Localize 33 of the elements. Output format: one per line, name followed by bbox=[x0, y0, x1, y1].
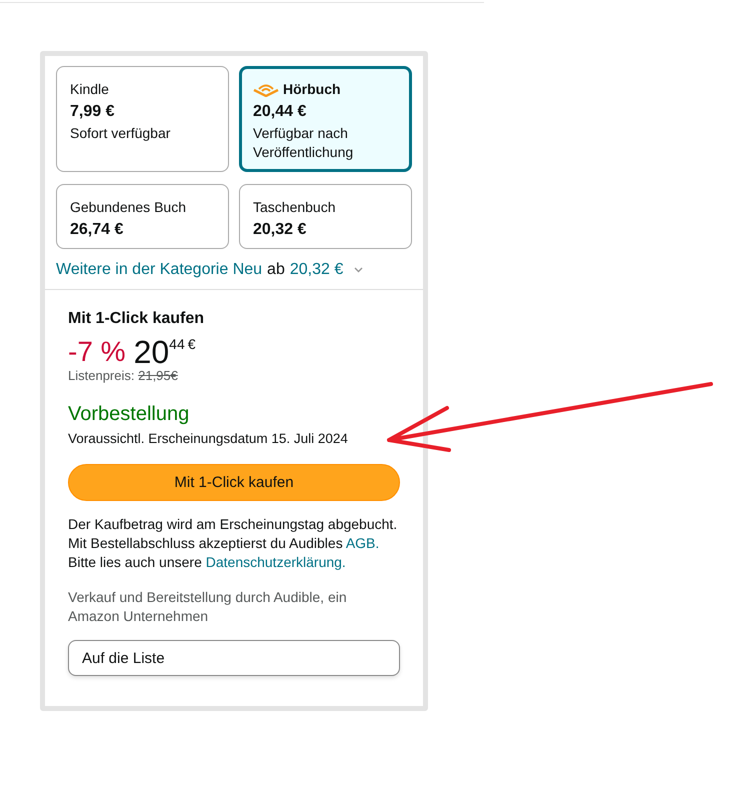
format-availability: Verfügbar nach Veröffentlichung bbox=[253, 124, 354, 162]
buy-button[interactable]: Mit 1-Click kaufen bbox=[68, 464, 400, 501]
from-price-link[interactable]: 20,32 € bbox=[290, 261, 344, 279]
format-card[interactable]: Taschenbuch 20,32 € bbox=[239, 184, 412, 249]
from-label: ab bbox=[267, 261, 285, 279]
format-price: 20,32 € bbox=[253, 220, 308, 239]
format-name: Gebundenes Buch bbox=[70, 198, 186, 217]
terms-notice: Mit Bestellabschluss akzeptierst du Audibles bbox=[68, 535, 343, 551]
privacy-link[interactable]: Datenschutzerklärung. bbox=[206, 554, 346, 570]
release-date: Voraussichtl. Erscheinungsdatum 15. Juli 2024 bbox=[68, 431, 349, 446]
format-price: 26,74 € bbox=[70, 220, 124, 239]
preorder-status: Vorbestellung bbox=[68, 403, 190, 426]
format-name: Hörbuch bbox=[283, 80, 341, 99]
more-formats-link[interactable]: Weitere in der Kategorie Neu bbox=[56, 261, 262, 279]
format-price: 20,44 € bbox=[253, 102, 308, 121]
add-to-list-button[interactable]: Auf die Liste bbox=[68, 640, 400, 676]
format-name: Kindle bbox=[70, 80, 109, 99]
buy-heading: Mit 1-Click kaufen bbox=[68, 310, 206, 328]
audible-icon bbox=[253, 82, 279, 96]
list-price: 21,95€ bbox=[138, 368, 178, 383]
format-card[interactable]: Gebundenes Buch 26,74 € bbox=[56, 184, 229, 249]
chevron-icon[interactable] bbox=[354, 267, 364, 273]
discount-percent: -7 % bbox=[68, 335, 126, 369]
terms-link[interactable]: AGB. bbox=[346, 535, 380, 551]
charge-notice: Der Kaufbetrag wird am Erscheinungstag abgebucht. bbox=[68, 515, 398, 534]
list-price-label: Listenpreis: bbox=[68, 368, 134, 383]
seller-info: Verkauf und Bereitstellung durch Audible, ein Amazon Unternehmen bbox=[68, 588, 348, 626]
format-card[interactable]: Hörbuch 20,44 € Verfügbar nach Veröffentlichung bbox=[239, 66, 412, 172]
format-price: 7,99 € bbox=[70, 102, 116, 121]
format-card[interactable]: Kindle 7,99 € Sofort verfügbar bbox=[56, 66, 229, 172]
privacy-notice: Bitte lies auch unsere bbox=[68, 554, 202, 570]
format-availability: Sofort verfügbar bbox=[70, 124, 172, 143]
format-name: Taschenbuch bbox=[253, 198, 336, 217]
